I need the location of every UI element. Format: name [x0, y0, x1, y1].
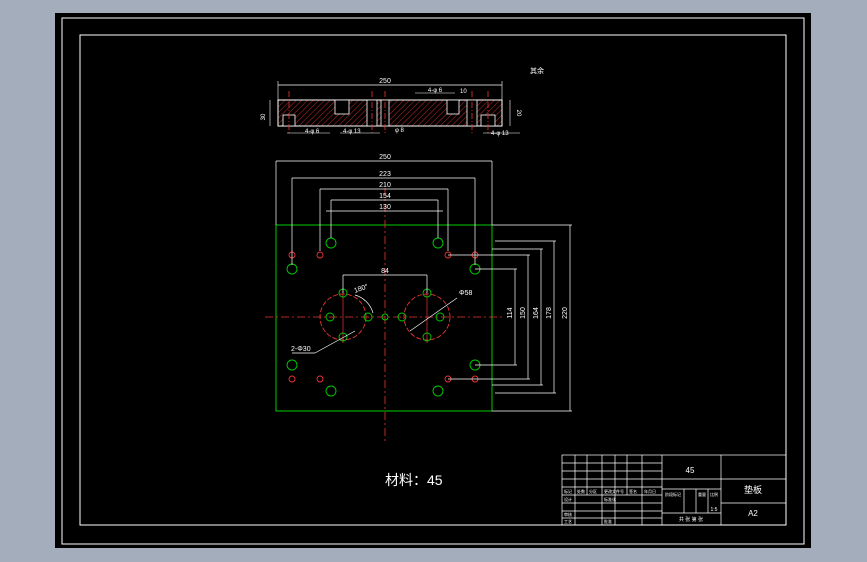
callout-top: 4-φ 6 [428, 88, 443, 94]
tb-material: 45 [686, 466, 695, 475]
dim-h-1: 223 [379, 171, 391, 178]
tb-label-standardization: 标准化 [604, 496, 616, 502]
tb-label-sign: 签名 [629, 488, 637, 494]
tb-label-stage: 阶段标记 [665, 491, 681, 497]
callout-small-top: 10 [460, 89, 467, 95]
tb-scale: A2 [748, 509, 758, 518]
tb-label-date: 年月日 [644, 488, 656, 494]
dim-v-4: 220 [562, 307, 569, 319]
section-thickness: 30 [261, 113, 267, 120]
dim-v-3: 178 [546, 307, 553, 319]
tb-label-process: 工艺 [564, 519, 572, 524]
callout-right: 4-φ 13 [491, 131, 509, 137]
dim-v-1: 150 [520, 307, 527, 319]
tb-label-ratio: 比例 [710, 491, 718, 497]
tb-label-designer: 设计 [564, 496, 572, 502]
tb-label-place: 处数 [577, 488, 585, 494]
section-dim-right: 20 [515, 110, 521, 117]
material-label: 材料：45 [385, 472, 443, 488]
dia-left: 2-Φ30 [291, 346, 311, 353]
callout-bottom-mid: 4-φ 13 [343, 129, 361, 135]
tb-label-weight: 重量 [698, 491, 706, 497]
section-width-dim: 250 [379, 78, 391, 85]
dia-right: Φ58 [459, 290, 472, 297]
tb-label-approve: 批准 [604, 518, 612, 524]
section-view: 250 4-φ 6 10 4-φ 6 4-φ 13 φ 8 4-φ 13 30 … [261, 66, 544, 137]
plate-outline [275, 224, 493, 412]
dim-h-2: 210 [379, 182, 391, 189]
dim-h-3: 154 [379, 193, 391, 200]
center-spacing: 84 [381, 268, 389, 275]
dim-v-0: 114 [507, 307, 514, 318]
tb-label-reviewer: 审核 [564, 511, 572, 517]
dim-v-2: 164 [533, 307, 540, 319]
cad-drawing: 250 4-φ 6 10 4-φ 6 4-φ 13 φ 8 4-φ 13 30 … [61, 17, 805, 545]
tb-label-doc: 更改文件号 [604, 488, 624, 494]
tb-ratio: 1:5 [711, 507, 718, 513]
angle-label: 180° [353, 282, 370, 295]
drawing-viewport[interactable]: 250 4-φ 6 10 4-φ 6 4-φ 13 φ 8 4-φ 13 30 … [55, 13, 811, 548]
dim-h-0: 250 [379, 154, 391, 161]
dim-h-4: 130 [379, 204, 391, 211]
tb-part-name: 垫板 [744, 484, 762, 495]
callout-bottom-left: 4-φ 6 [305, 129, 320, 135]
plan-view: 250 223 210 154 130 84 180° Φ58 2-Φ30 11… [265, 154, 572, 443]
roughness-note: 其余 [530, 66, 544, 75]
tb-sheet-footer: 共 张 第 张 [679, 516, 703, 523]
callout-center: φ 8 [395, 128, 405, 134]
tb-label-division: 分区 [589, 488, 597, 494]
tb-label-mark: 标记 [564, 488, 572, 494]
